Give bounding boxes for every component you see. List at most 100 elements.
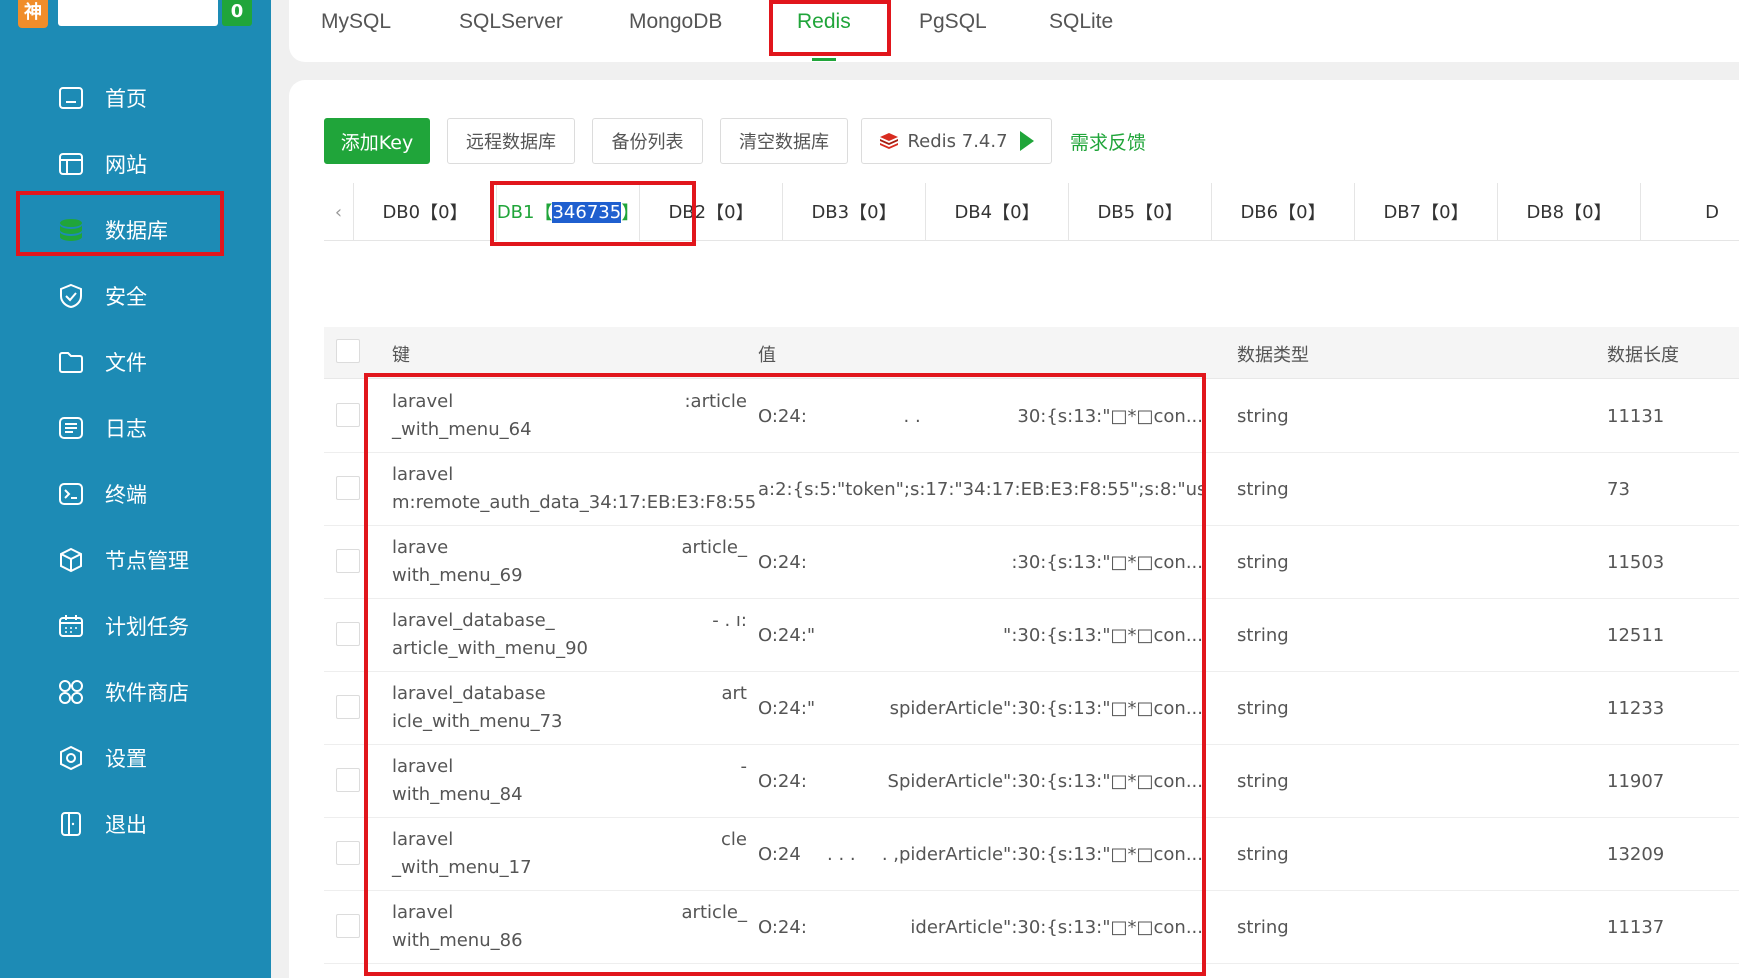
logout-icon <box>55 808 87 840</box>
tab-pgsql[interactable]: PgSQL <box>919 10 987 34</box>
db-count: 0 <box>1439 201 1451 223</box>
sidebar-item-label: 退出 <box>105 813 147 837</box>
server-name-field[interactable] <box>58 0 218 26</box>
db-name: DB2 <box>668 201 707 223</box>
sidebar-item-label: 设置 <box>105 747 147 771</box>
row-checkbox[interactable] <box>336 914 360 938</box>
sidebar-item-6[interactable]: 终端 <box>55 474 147 514</box>
sidebar-item-10[interactable]: 设置 <box>55 738 147 778</box>
database-icon <box>55 214 87 246</box>
row-checkbox[interactable] <box>336 695 360 719</box>
db-tab-5[interactable]: DB5 【0】 <box>1069 183 1212 241</box>
redis-logo-icon <box>880 133 899 149</box>
table-header: 键 值 数据类型 数据长度 <box>324 327 1739 379</box>
tab-sqlserver[interactable]: SQLServer <box>459 10 563 34</box>
type-cell: string <box>1237 844 1289 865</box>
db-name: DB0 <box>382 201 421 223</box>
key-part: laravel <box>392 464 454 485</box>
db-tab-8[interactable]: DB8 【0】 <box>1498 183 1641 241</box>
notification-badge[interactable]: 0 <box>222 0 252 26</box>
sidebar-item-5[interactable]: 日志 <box>55 408 147 448</box>
chevron-left-icon[interactable]: ‹ <box>324 183 354 241</box>
row-checkbox[interactable] <box>336 549 360 573</box>
header-type: 数据类型 <box>1237 345 1309 366</box>
feedback-link[interactable]: 需求反馈 <box>1070 128 1146 155</box>
key-part: laravel <box>392 902 454 923</box>
db-name: DB7 <box>1383 201 1422 223</box>
sidebar-item-0[interactable]: 首页 <box>55 78 147 118</box>
db-type-tabs: MySQL SQLServer MongoDB Redis PgSQL SQLi… <box>289 0 1739 62</box>
sidebar-item-label: 文件 <box>105 351 147 375</box>
terminal-icon <box>55 478 87 510</box>
table-row[interactable]: laravel article_ with_menu_86 O:24: iderA… <box>324 891 1739 964</box>
key-cell: laravel_database_ - . ı: article_with_men… <box>392 607 747 663</box>
sidebar-item-4[interactable]: 文件 <box>55 342 147 382</box>
type-cell: string <box>1237 698 1289 719</box>
db-tab-4[interactable]: DB4 【0】 <box>926 183 1069 241</box>
table-row[interactable]: laravel - with_menu_84 O:24: SpiderArticl… <box>324 745 1739 818</box>
db-count: 0 <box>724 201 736 223</box>
key-part: with_menu_84 <box>392 784 523 805</box>
row-checkbox[interactable] <box>336 403 360 427</box>
sidebar-item-1[interactable]: 网站 <box>55 144 147 184</box>
sidebar-item-label: 网站 <box>105 153 147 177</box>
sidebar-item-9[interactable]: 软件商店 <box>55 672 189 712</box>
calendar-icon <box>55 610 87 642</box>
key-part: - <box>740 756 748 777</box>
db-index-tabs: ‹ DB0 【0】 DB1 【346735】 DB2 【0】 DB3 【0】 D… <box>324 183 1739 241</box>
sidebar-item-2[interactable]: 数据库 <box>55 210 168 250</box>
shield-icon <box>55 280 87 312</box>
backup-list-button[interactable]: 备份列表 <box>592 118 703 164</box>
cube-icon <box>55 544 87 576</box>
tab-mongodb[interactable]: MongoDB <box>629 10 722 34</box>
db-tab-6[interactable]: DB6 【0】 <box>1212 183 1355 241</box>
db-count: 0 <box>1010 201 1022 223</box>
play-icon <box>1019 131 1034 151</box>
add-key-button[interactable]: 添加Key <box>324 118 430 164</box>
table-row[interactable]: laravel:article _with_menu_64 O:24: . . … <box>324 380 1739 453</box>
length-cell: 12511 <box>1607 625 1665 646</box>
value-part: O:24: <box>758 771 807 792</box>
value-part: ":30:{s:13:"□*□con... <box>1003 625 1203 646</box>
tab-redis[interactable]: Redis <box>797 10 851 34</box>
table-row[interactable]: laravel_database art icle_with_menu_73 O:… <box>324 672 1739 745</box>
row-checkbox[interactable] <box>336 768 360 792</box>
remote-database-button[interactable]: 远程数据库 <box>447 118 575 164</box>
table-row[interactable]: larave article_ with_menu_69 O:24: :30:{s… <box>324 526 1739 599</box>
tab-sqlite[interactable]: SQLite <box>1049 10 1113 34</box>
db-tab-0[interactable]: DB0 【0】 <box>354 183 497 241</box>
row-checkbox[interactable] <box>336 476 360 500</box>
table-row[interactable]: laravel_database_ - . ı: article_with_men… <box>324 599 1739 672</box>
db-tab-3[interactable]: DB3 【0】 <box>783 183 926 241</box>
sidebar-item-3[interactable]: 安全 <box>55 276 147 316</box>
clear-database-button[interactable]: 清空数据库 <box>720 118 848 164</box>
select-all-checkbox[interactable] <box>336 339 360 363</box>
header-value: 值 <box>758 345 776 366</box>
tab-mysql[interactable]: MySQL <box>321 10 391 34</box>
key-part: laravel_database_ <box>392 610 555 631</box>
value-part: O:24 <box>758 844 801 865</box>
type-cell: string <box>1237 917 1289 938</box>
sidebar-item-8[interactable]: 计划任务 <box>55 606 189 646</box>
value-cell: O:24: :30:{s:13:"□*□con... <box>758 526 1203 599</box>
value-cell: O:24: SpiderArticle":30:{s:13:"□*□con... <box>758 745 1203 818</box>
sidebar-item-7[interactable]: 节点管理 <box>55 540 189 580</box>
db-tab-2[interactable]: DB2 【0】 <box>640 183 783 241</box>
key-part: :article <box>684 391 747 412</box>
db-tab-1[interactable]: DB1 【346735】 <box>497 183 640 241</box>
value-part: SpiderArticle":30:{s:13:"□*□con... <box>887 771 1203 792</box>
db-count: 0 <box>867 201 879 223</box>
table-row[interactable]: laravel cle _with_menu_17 O:24 . . . . ,p… <box>324 818 1739 891</box>
key-cell: larave article_ with_menu_69 <box>392 534 747 590</box>
db-tab-7[interactable]: DB7 【0】 <box>1355 183 1498 241</box>
apps-icon <box>55 676 87 708</box>
length-cell: 11503 <box>1607 552 1665 573</box>
redis-version-button[interactable]: Redis 7.4.7 <box>861 118 1052 164</box>
row-checkbox[interactable] <box>336 622 360 646</box>
sidebar-item-11[interactable]: 退出 <box>55 804 147 844</box>
value-part: . ,piderArticle":30:{s:13:"□*□con... <box>881 844 1203 865</box>
row-checkbox[interactable] <box>336 841 360 865</box>
table-row[interactable]: laravel m:remote_auth_data_34:17:EB:E3:F… <box>324 453 1739 526</box>
db-tab-9[interactable]: D <box>1641 183 1739 241</box>
value-part: :30:{s:13:"□*□con... <box>1011 552 1203 573</box>
